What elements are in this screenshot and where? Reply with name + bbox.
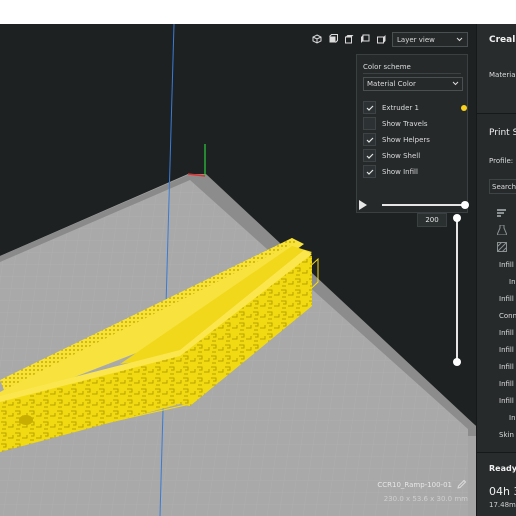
pencil-icon[interactable] xyxy=(457,479,467,489)
setting-label[interactable]: Infill xyxy=(499,397,514,405)
play-icon[interactable] xyxy=(358,200,368,210)
color-scheme-label: Color scheme xyxy=(363,63,411,71)
material-label: Material xyxy=(489,71,516,79)
printer-name[interactable]: Creality xyxy=(489,35,516,45)
quality-icon[interactable] xyxy=(497,208,507,218)
current-layer-field[interactable]: 200 xyxy=(417,213,447,227)
setting-label[interactable]: Conn xyxy=(499,312,516,320)
divider xyxy=(363,73,461,74)
show-infill-checkbox[interactable] xyxy=(363,165,376,178)
profile-label: Profile: xyxy=(489,157,514,165)
print-settings-title: Print S xyxy=(489,128,516,138)
option-extruder-1[interactable]: Extruder 1 xyxy=(363,101,467,114)
color-scheme-panel: Color scheme Material Color Extruder 1 S… xyxy=(356,54,468,213)
chevron-down-icon xyxy=(452,80,459,89)
extruder-1-checkbox[interactable] xyxy=(363,101,376,114)
print-estimate-panel: Ready t 04h 3 17.48m xyxy=(477,452,516,516)
object-name: CCR10_Ramp-100-01 xyxy=(377,481,452,489)
color-scheme-select[interactable]: Material Color xyxy=(363,77,463,91)
layer-range-upper-handle[interactable] xyxy=(453,214,461,222)
cura-app: Layer view Color scheme Material Color E… xyxy=(0,24,516,516)
top-view-icon[interactable] xyxy=(342,32,355,45)
option-label: Show Infill xyxy=(382,167,418,176)
view-type-select[interactable]: Layer view xyxy=(392,32,468,47)
layer-range-slider-track[interactable] xyxy=(456,218,458,362)
infill-icon[interactable] xyxy=(496,241,508,253)
option-show-travels[interactable]: Show Travels xyxy=(363,117,428,130)
color-scheme-value: Material Color xyxy=(367,80,416,88)
left-view-icon[interactable] xyxy=(358,32,371,45)
layer-range-lower-handle[interactable] xyxy=(453,358,461,366)
ready-label: Ready t xyxy=(489,464,516,473)
show-shell-checkbox[interactable] xyxy=(363,149,376,162)
setting-label[interactable]: Infill xyxy=(499,363,514,371)
view-type-value: Layer view xyxy=(397,35,435,44)
setting-label[interactable]: Infill xyxy=(499,261,514,269)
option-show-shell[interactable]: Show Shell xyxy=(363,149,420,162)
setting-label[interactable]: In xyxy=(509,414,516,422)
extruder-color-swatch xyxy=(461,105,467,111)
shell-icon[interactable] xyxy=(496,224,508,236)
option-label: Show Shell xyxy=(382,151,421,160)
setting-label[interactable]: Infill xyxy=(499,346,514,354)
settings-search-input[interactable]: Search... xyxy=(489,179,516,194)
view-toolbar xyxy=(310,32,387,45)
setting-label[interactable]: Skin xyxy=(499,431,514,439)
chevron-down-icon xyxy=(456,36,463,45)
setting-label[interactable]: Infill xyxy=(499,380,514,388)
current-layer-value: 200 xyxy=(425,216,439,224)
right-view-icon[interactable] xyxy=(374,32,387,45)
print-time: 04h 3 xyxy=(489,485,516,498)
option-label: Extruder 1 xyxy=(382,103,419,112)
setting-label[interactable]: In xyxy=(509,278,516,286)
option-show-helpers[interactable]: Show Helpers xyxy=(363,133,430,146)
option-label: Show Travels xyxy=(382,119,428,128)
layer-progress-slider-track[interactable] xyxy=(382,204,466,206)
option-label: Show Helpers xyxy=(382,135,430,144)
material-length: 17.48m xyxy=(489,501,516,509)
3d-viewport[interactable]: Layer view Color scheme Material Color E… xyxy=(0,24,476,516)
option-show-infill[interactable]: Show Infill xyxy=(363,165,418,178)
printer-header[interactable]: Creality Material xyxy=(477,24,516,114)
object-dimensions: 230.0 x 53.6 x 30.0 mm xyxy=(383,495,468,503)
layer-progress-slider-handle[interactable] xyxy=(461,201,469,209)
setting-label[interactable]: Infill xyxy=(499,329,514,337)
search-placeholder: Search... xyxy=(492,182,516,191)
front-view-icon[interactable] xyxy=(326,32,339,45)
show-travels-checkbox[interactable] xyxy=(363,117,376,130)
setting-label[interactable]: Infill xyxy=(499,295,514,303)
right-settings-panel: Creality Material Print S Profile: Searc… xyxy=(476,24,516,516)
show-helpers-checkbox[interactable] xyxy=(363,133,376,146)
3d-view-icon[interactable] xyxy=(310,32,323,45)
